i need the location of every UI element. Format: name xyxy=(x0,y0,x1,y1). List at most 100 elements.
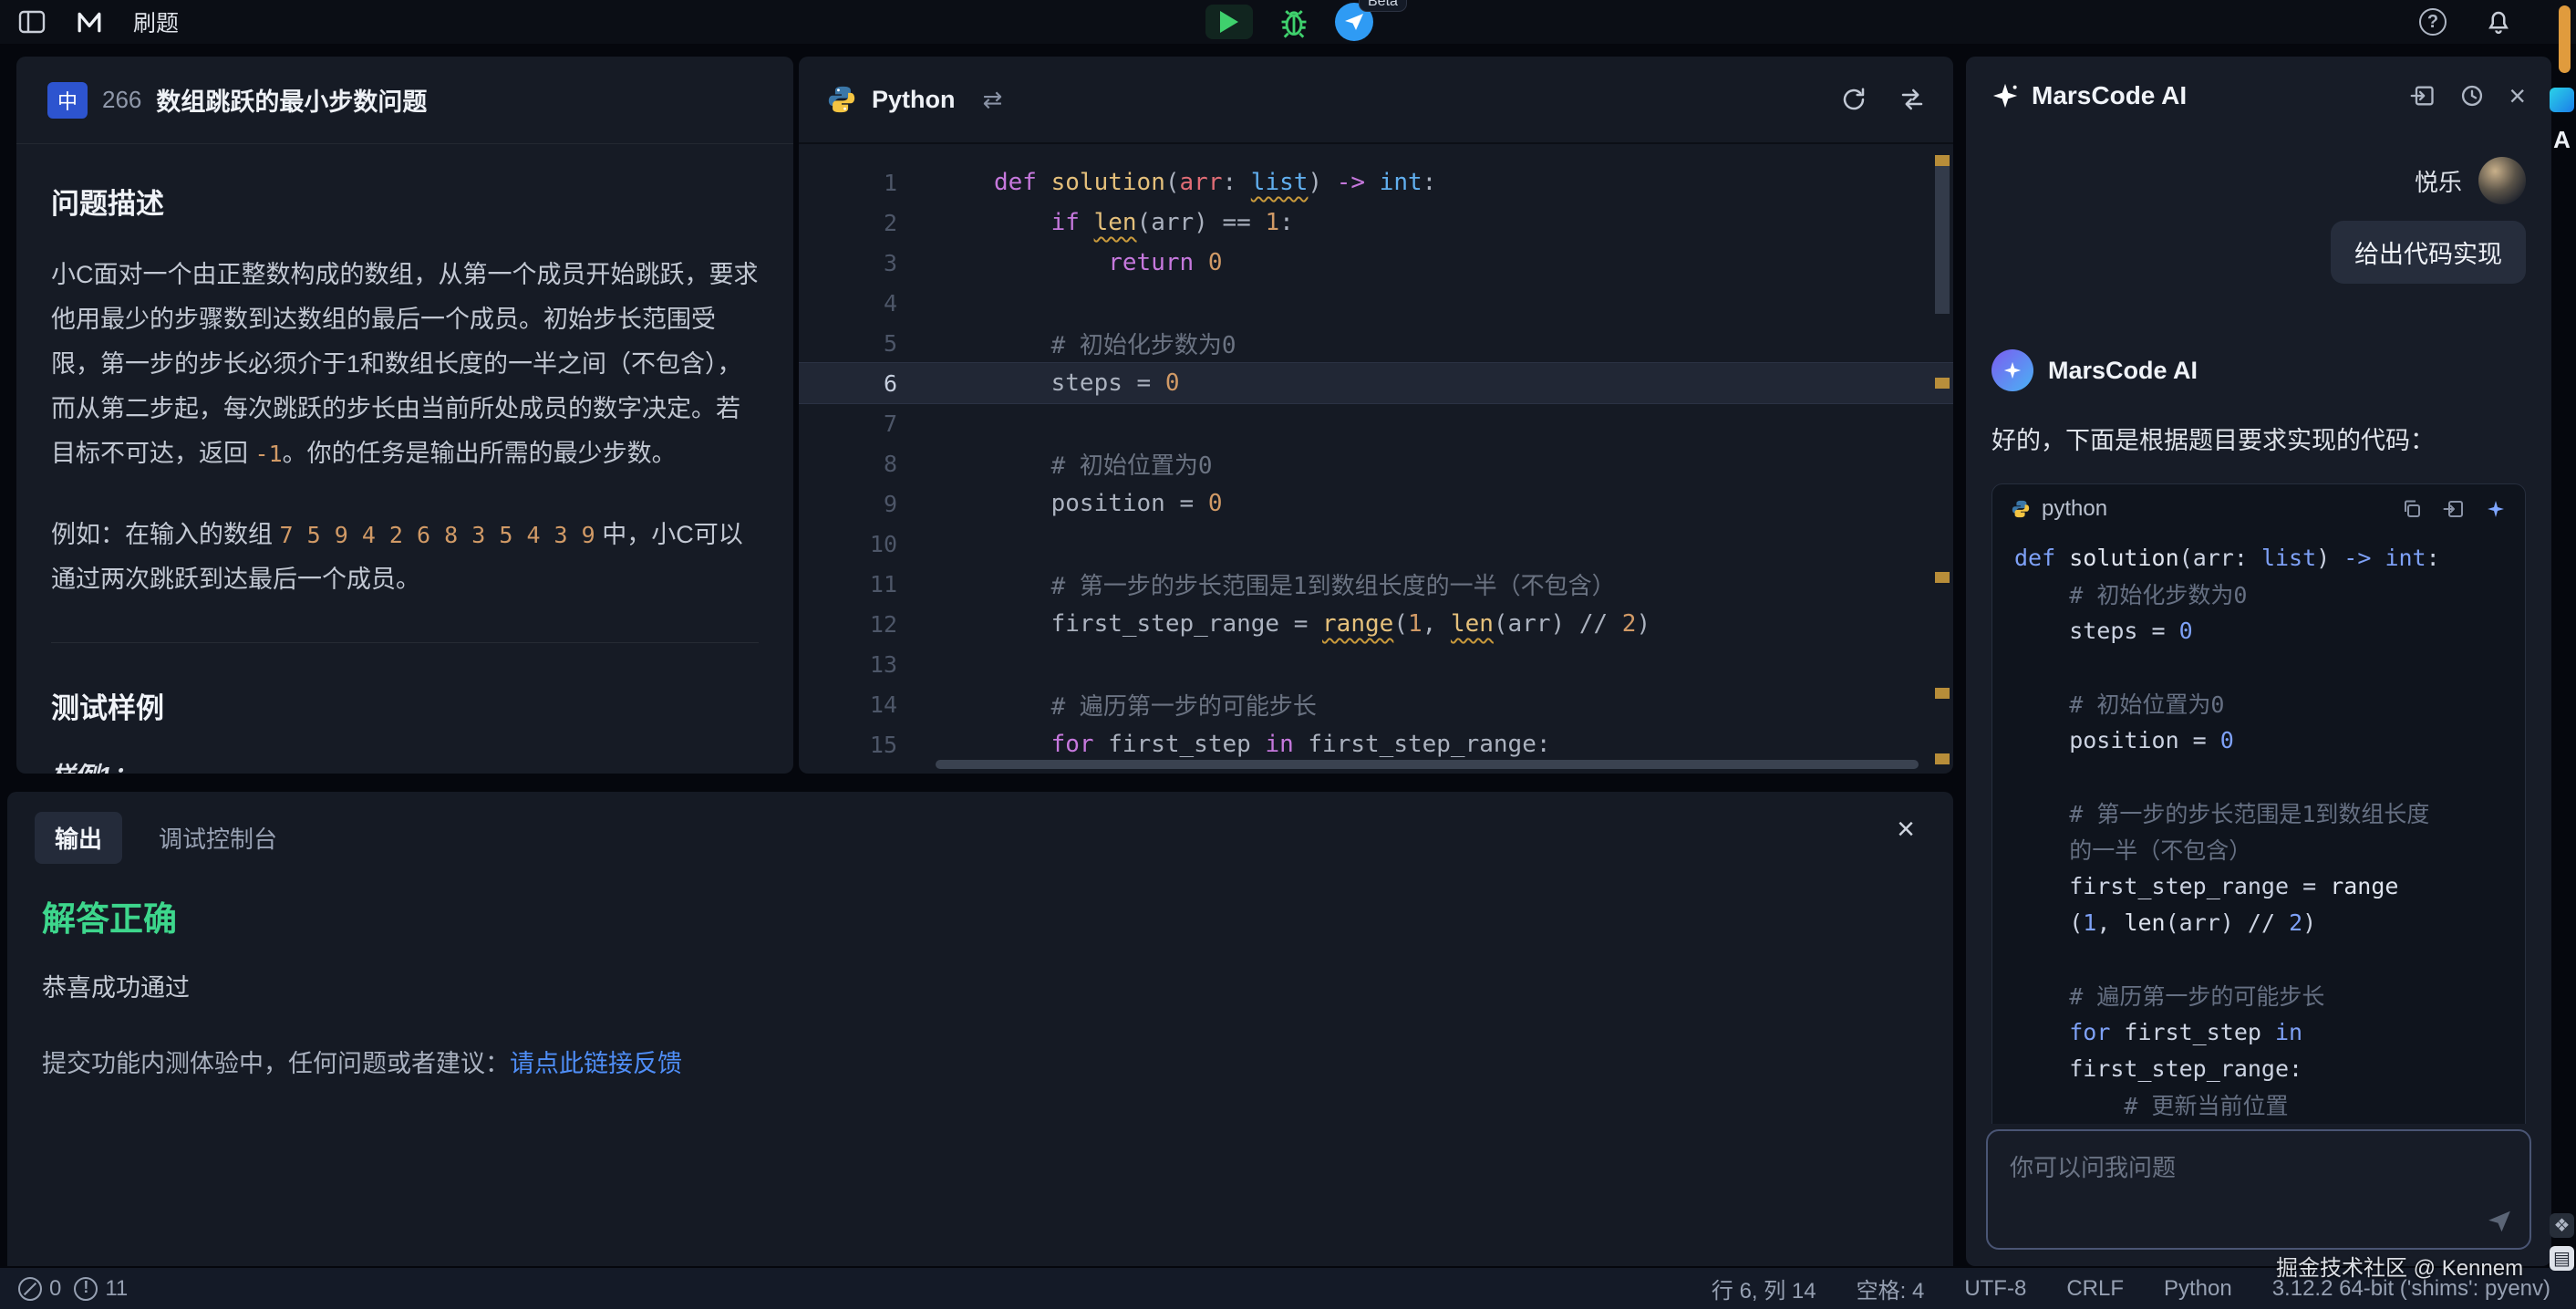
code-line[interactable]: 的一半（不包含） xyxy=(2014,831,2503,867)
feedback-text: 提交功能内测体验中，任何问题或者建议： xyxy=(42,1050,510,1077)
code-text xyxy=(897,289,1009,317)
code-line[interactable]: # 遍历第一步的可能步长 xyxy=(2014,977,2503,1013)
history-icon[interactable] xyxy=(2459,83,2485,109)
user-avatar[interactable] xyxy=(2478,157,2526,204)
code-line[interactable]: # 更新当前位置 xyxy=(2014,1086,2503,1123)
code-line[interactable]: (1, len(arr) // 2) xyxy=(2014,904,2503,940)
code-token: int xyxy=(2385,545,2426,571)
code-token: # 第一步的步长范围是1到数组长度的一半（不包含） xyxy=(1051,573,1616,600)
status-eol[interactable]: CRLF xyxy=(2066,1276,2124,1302)
code-line[interactable]: def solution(arr: list) -> int: xyxy=(2014,539,2503,576)
code-editor[interactable]: 1def solution(arr: list) -> int:2 if len… xyxy=(799,144,1953,764)
result-message: 恭喜成功通过 xyxy=(42,968,1919,1003)
error-count[interactable]: 0 xyxy=(18,1276,61,1302)
status-cursor-position[interactable]: 行 6, 列 14 xyxy=(1712,1273,1816,1304)
code-line[interactable]: first_step_range = range xyxy=(2014,867,2503,904)
submit-button[interactable]: Beta xyxy=(1335,3,1373,41)
ai-sparkle-icon[interactable] xyxy=(2485,498,2507,520)
debug-button[interactable] xyxy=(1277,5,1311,39)
chat-input-box[interactable] xyxy=(1986,1129,2531,1250)
code-token xyxy=(2014,1019,2069,1045)
overview-warning-mark xyxy=(1935,753,1950,764)
edge-extension-icon-2[interactable]: ▤ xyxy=(2550,1246,2574,1271)
scrollbar-thumb[interactable] xyxy=(1935,166,1950,314)
code-line[interactable]: steps = 0 xyxy=(2014,612,2503,649)
code-line[interactable] xyxy=(2014,758,2503,795)
code-line[interactable]: 6 steps = 0 xyxy=(799,363,1953,403)
code-line[interactable]: first_step_range: xyxy=(2014,1050,2503,1086)
warning-count[interactable]: 11 xyxy=(74,1276,128,1302)
tab-python[interactable]: Python ⇄ xyxy=(826,84,1002,115)
status-encoding[interactable]: UTF-8 xyxy=(1964,1276,2026,1302)
code-token xyxy=(2014,582,2069,608)
example-paragraph: 例如：在输入的数组 7 5 9 4 2 6 8 3 5 4 3 9 中，小C可以… xyxy=(51,513,759,602)
code-line[interactable]: 5 # 初始化步数为0 xyxy=(799,323,1953,363)
code-text: # 初始位置为0 xyxy=(2014,687,2224,720)
code-line[interactable]: 13 xyxy=(799,644,1953,684)
tab-debug-console[interactable]: 调试控制台 xyxy=(159,821,277,855)
code-token: ) xyxy=(2316,545,2343,571)
code-text: # 第一步的步长范围是1到数组长度的一半（不包含） xyxy=(897,567,1616,601)
chat-input[interactable] xyxy=(1988,1131,2529,1248)
code-line[interactable]: position = 0 xyxy=(2014,722,2503,758)
ai-avatar xyxy=(1991,349,2033,391)
code-line[interactable]: 3 return 0 xyxy=(799,243,1953,283)
run-button[interactable] xyxy=(1205,5,1253,39)
code-line[interactable]: 2 if len(arr) == 1: xyxy=(799,203,1953,243)
help-icon[interactable]: ? xyxy=(2419,8,2447,36)
line-number: 13 xyxy=(799,651,897,678)
status-bar: 0 11 行 6, 列 14 空格: 4 UTF-8 CRLF Python 3… xyxy=(0,1268,2576,1309)
switch-language-icon[interactable]: ⇄ xyxy=(983,86,1003,114)
code-line[interactable]: # 初始化步数为0 xyxy=(2014,576,2503,612)
editor-vertical-scrollbar[interactable] xyxy=(1935,148,1950,774)
code-line[interactable]: 8 # 初始位置为0 xyxy=(799,443,1953,483)
close-icon[interactable]: × xyxy=(2509,79,2526,113)
code-line[interactable]: 15 for first_step in first_step_range: xyxy=(799,724,1953,764)
code-line[interactable]: 14 # 遍历第一步的可能步长 xyxy=(799,684,1953,724)
code-token: int xyxy=(1380,169,1422,196)
edge-extension-icon-1[interactable]: ❖ xyxy=(2550,1213,2574,1238)
editor-horizontal-scrollbar[interactable] xyxy=(936,760,1919,769)
code-line[interactable]: # 第一步的步长范围是1到数组长度 xyxy=(2014,795,2503,831)
chat-scroll-area[interactable]: 悦乐 给出代码实现 MarsCode AI 好的，下面是根据题目要求实现的代码： xyxy=(1966,135,2551,1124)
code-line[interactable]: 9 position = 0 xyxy=(799,483,1953,524)
feedback-link[interactable]: 请点此链接反馈 xyxy=(510,1050,682,1077)
copy-icon[interactable] xyxy=(2401,498,2423,520)
code-line[interactable]: # 初始位置为0 xyxy=(2014,685,2503,722)
code-line[interactable] xyxy=(2014,649,2503,685)
code-token: : xyxy=(1222,169,1250,196)
marscode-logo[interactable] xyxy=(71,10,108,34)
browser-extension-icon[interactable] xyxy=(2550,88,2574,112)
output-tab-bar: 输出 调试控制台 × xyxy=(7,792,1953,871)
letter-a-extension-icon[interactable]: A xyxy=(2550,128,2574,152)
send-message-icon[interactable] xyxy=(2486,1208,2513,1235)
code-token: # 第一步的步长范围是1到数组长度 xyxy=(2069,801,2429,827)
code-text: def solution(arr: list) -> int: xyxy=(2014,545,2440,571)
tab-output[interactable]: 输出 xyxy=(35,812,122,864)
overview-warning-mark xyxy=(1935,155,1950,166)
close-icon[interactable]: × xyxy=(1897,814,1915,845)
code-line[interactable]: 7 xyxy=(799,403,1953,443)
export-chat-icon[interactable] xyxy=(2410,83,2436,109)
code-line[interactable]: for first_step in xyxy=(2014,1013,2503,1050)
code-line[interactable]: 10 xyxy=(799,524,1953,564)
bug-icon xyxy=(1277,5,1311,39)
code-line[interactable]: 11 # 第一步的步长范围是1到数组长度的一半（不包含） xyxy=(799,564,1953,604)
status-language[interactable]: Python xyxy=(2164,1276,2232,1302)
page-scrollbar-thumb[interactable] xyxy=(2559,5,2571,73)
code-token: 0 xyxy=(1165,369,1180,397)
bell-icon[interactable] xyxy=(2485,8,2512,36)
refresh-icon[interactable] xyxy=(1840,86,1867,113)
code-line[interactable]: 1def solution(arr: list) -> int: xyxy=(799,162,1953,203)
code-token: range xyxy=(1322,610,1393,638)
code-line[interactable]: 12 first_step_range = range(1, len(arr) … xyxy=(799,604,1953,644)
code-line[interactable] xyxy=(2014,940,2503,977)
ai-code-block[interactable]: def solution(arr: list) -> int: # 初始化步数为… xyxy=(1992,534,2525,1124)
status-indentation[interactable]: 空格: 4 xyxy=(1857,1273,1925,1304)
code-token: for xyxy=(2069,1019,2110,1045)
code-text: first_step_range = range(1, len(arr) // … xyxy=(897,610,1650,638)
switch-layout-icon[interactable] xyxy=(1898,86,1926,113)
insert-code-icon[interactable] xyxy=(2443,498,2465,520)
sidebar-toggle-icon[interactable] xyxy=(18,10,46,34)
code-line[interactable]: 4 xyxy=(799,283,1953,323)
